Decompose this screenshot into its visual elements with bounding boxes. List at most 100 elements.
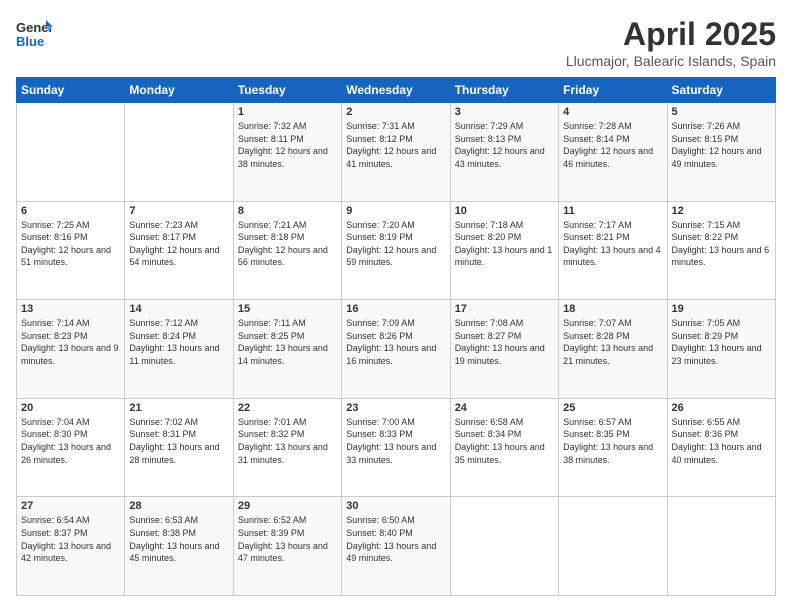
calendar-cell: 27 Sunrise: 6:54 AM Sunset: 8:37 PM Dayl… — [17, 497, 125, 596]
calendar-header-row: SundayMondayTuesdayWednesdayThursdayFrid… — [17, 78, 776, 103]
day-number: 30 — [346, 500, 445, 512]
calendar-cell: 7 Sunrise: 7:23 AM Sunset: 8:17 PM Dayli… — [125, 201, 233, 300]
day-number: 20 — [21, 402, 120, 414]
calendar-cell: 4 Sunrise: 7:28 AM Sunset: 8:14 PM Dayli… — [559, 103, 667, 202]
calendar-cell: 26 Sunrise: 6:55 AM Sunset: 8:36 PM Dayl… — [667, 398, 775, 497]
calendar-cell: 9 Sunrise: 7:20 AM Sunset: 8:19 PM Dayli… — [342, 201, 450, 300]
calendar-cell — [450, 497, 558, 596]
calendar-cell: 23 Sunrise: 7:00 AM Sunset: 8:33 PM Dayl… — [342, 398, 450, 497]
calendar-week-5: 27 Sunrise: 6:54 AM Sunset: 8:37 PM Dayl… — [17, 497, 776, 596]
day-info: Sunrise: 7:02 AM Sunset: 8:31 PM Dayligh… — [129, 416, 228, 466]
calendar-cell: 16 Sunrise: 7:09 AM Sunset: 8:26 PM Dayl… — [342, 300, 450, 399]
day-info: Sunrise: 7:20 AM Sunset: 8:19 PM Dayligh… — [346, 219, 445, 269]
day-info: Sunrise: 7:21 AM Sunset: 8:18 PM Dayligh… — [238, 219, 337, 269]
day-number: 19 — [672, 303, 771, 315]
day-info: Sunrise: 7:11 AM Sunset: 8:25 PM Dayligh… — [238, 317, 337, 367]
day-info: Sunrise: 7:18 AM Sunset: 8:20 PM Dayligh… — [455, 219, 554, 269]
calendar-week-1: 1 Sunrise: 7:32 AM Sunset: 8:11 PM Dayli… — [17, 103, 776, 202]
day-number: 11 — [563, 205, 662, 217]
calendar-cell: 20 Sunrise: 7:04 AM Sunset: 8:30 PM Dayl… — [17, 398, 125, 497]
day-info: Sunrise: 6:58 AM Sunset: 8:34 PM Dayligh… — [455, 416, 554, 466]
calendar-weekday-saturday: Saturday — [667, 78, 775, 103]
calendar-body: 1 Sunrise: 7:32 AM Sunset: 8:11 PM Dayli… — [17, 103, 776, 596]
page: General Blue April 2025 Llucmajor, Balea… — [0, 0, 792, 612]
calendar-cell: 15 Sunrise: 7:11 AM Sunset: 8:25 PM Dayl… — [233, 300, 341, 399]
day-info: Sunrise: 7:26 AM Sunset: 8:15 PM Dayligh… — [672, 120, 771, 170]
day-number: 29 — [238, 500, 337, 512]
calendar-week-2: 6 Sunrise: 7:25 AM Sunset: 8:16 PM Dayli… — [17, 201, 776, 300]
day-info: Sunrise: 7:07 AM Sunset: 8:28 PM Dayligh… — [563, 317, 662, 367]
day-number: 17 — [455, 303, 554, 315]
calendar-cell: 28 Sunrise: 6:53 AM Sunset: 8:38 PM Dayl… — [125, 497, 233, 596]
calendar-week-3: 13 Sunrise: 7:14 AM Sunset: 8:23 PM Dayl… — [17, 300, 776, 399]
calendar-cell: 11 Sunrise: 7:17 AM Sunset: 8:21 PM Dayl… — [559, 201, 667, 300]
day-info: Sunrise: 6:55 AM Sunset: 8:36 PM Dayligh… — [672, 416, 771, 466]
calendar-weekday-monday: Monday — [125, 78, 233, 103]
day-number: 14 — [129, 303, 228, 315]
day-number: 22 — [238, 402, 337, 414]
calendar-cell: 13 Sunrise: 7:14 AM Sunset: 8:23 PM Dayl… — [17, 300, 125, 399]
day-info: Sunrise: 7:23 AM Sunset: 8:17 PM Dayligh… — [129, 219, 228, 269]
calendar-cell — [667, 497, 775, 596]
day-number: 24 — [455, 402, 554, 414]
calendar-week-4: 20 Sunrise: 7:04 AM Sunset: 8:30 PM Dayl… — [17, 398, 776, 497]
day-info: Sunrise: 7:31 AM Sunset: 8:12 PM Dayligh… — [346, 120, 445, 170]
calendar-cell: 17 Sunrise: 7:08 AM Sunset: 8:27 PM Dayl… — [450, 300, 558, 399]
calendar-cell: 6 Sunrise: 7:25 AM Sunset: 8:16 PM Dayli… — [17, 201, 125, 300]
day-number: 10 — [455, 205, 554, 217]
day-number: 5 — [672, 106, 771, 118]
svg-text:Blue: Blue — [16, 34, 44, 49]
day-info: Sunrise: 6:54 AM Sunset: 8:37 PM Dayligh… — [21, 514, 120, 564]
calendar-weekday-wednesday: Wednesday — [342, 78, 450, 103]
day-info: Sunrise: 7:14 AM Sunset: 8:23 PM Dayligh… — [21, 317, 120, 367]
calendar-cell: 25 Sunrise: 6:57 AM Sunset: 8:35 PM Dayl… — [559, 398, 667, 497]
day-info: Sunrise: 7:15 AM Sunset: 8:22 PM Dayligh… — [672, 219, 771, 269]
calendar-cell: 2 Sunrise: 7:31 AM Sunset: 8:12 PM Dayli… — [342, 103, 450, 202]
main-title: April 2025 — [566, 16, 776, 53]
subtitle: Llucmajor, Balearic Islands, Spain — [566, 53, 776, 69]
day-info: Sunrise: 7:00 AM Sunset: 8:33 PM Dayligh… — [346, 416, 445, 466]
day-info: Sunrise: 6:50 AM Sunset: 8:40 PM Dayligh… — [346, 514, 445, 564]
calendar-cell — [559, 497, 667, 596]
day-info: Sunrise: 7:29 AM Sunset: 8:13 PM Dayligh… — [455, 120, 554, 170]
day-number: 26 — [672, 402, 771, 414]
day-number: 15 — [238, 303, 337, 315]
day-number: 21 — [129, 402, 228, 414]
day-number: 9 — [346, 205, 445, 217]
calendar-weekday-friday: Friday — [559, 78, 667, 103]
calendar-cell: 5 Sunrise: 7:26 AM Sunset: 8:15 PM Dayli… — [667, 103, 775, 202]
header: General Blue April 2025 Llucmajor, Balea… — [16, 16, 776, 69]
day-number: 18 — [563, 303, 662, 315]
calendar-cell — [17, 103, 125, 202]
day-info: Sunrise: 7:28 AM Sunset: 8:14 PM Dayligh… — [563, 120, 662, 170]
day-info: Sunrise: 7:08 AM Sunset: 8:27 PM Dayligh… — [455, 317, 554, 367]
day-number: 4 — [563, 106, 662, 118]
calendar-cell: 14 Sunrise: 7:12 AM Sunset: 8:24 PM Dayl… — [125, 300, 233, 399]
calendar-cell: 19 Sunrise: 7:05 AM Sunset: 8:29 PM Dayl… — [667, 300, 775, 399]
day-info: Sunrise: 6:52 AM Sunset: 8:39 PM Dayligh… — [238, 514, 337, 564]
day-info: Sunrise: 7:09 AM Sunset: 8:26 PM Dayligh… — [346, 317, 445, 367]
calendar-cell: 8 Sunrise: 7:21 AM Sunset: 8:18 PM Dayli… — [233, 201, 341, 300]
calendar-cell: 22 Sunrise: 7:01 AM Sunset: 8:32 PM Dayl… — [233, 398, 341, 497]
day-number: 23 — [346, 402, 445, 414]
calendar-cell: 10 Sunrise: 7:18 AM Sunset: 8:20 PM Dayl… — [450, 201, 558, 300]
day-number: 12 — [672, 205, 771, 217]
calendar-cell: 12 Sunrise: 7:15 AM Sunset: 8:22 PM Dayl… — [667, 201, 775, 300]
day-info: Sunrise: 6:57 AM Sunset: 8:35 PM Dayligh… — [563, 416, 662, 466]
day-number: 1 — [238, 106, 337, 118]
logo-icon: General Blue — [16, 16, 52, 52]
day-info: Sunrise: 7:04 AM Sunset: 8:30 PM Dayligh… — [21, 416, 120, 466]
day-info: Sunrise: 6:53 AM Sunset: 8:38 PM Dayligh… — [129, 514, 228, 564]
day-number: 7 — [129, 205, 228, 217]
calendar-cell: 18 Sunrise: 7:07 AM Sunset: 8:28 PM Dayl… — [559, 300, 667, 399]
calendar-cell — [125, 103, 233, 202]
day-number: 2 — [346, 106, 445, 118]
day-number: 8 — [238, 205, 337, 217]
day-info: Sunrise: 7:12 AM Sunset: 8:24 PM Dayligh… — [129, 317, 228, 367]
day-info: Sunrise: 7:01 AM Sunset: 8:32 PM Dayligh… — [238, 416, 337, 466]
logo: General Blue — [16, 16, 52, 57]
day-number: 3 — [455, 106, 554, 118]
calendar-cell: 3 Sunrise: 7:29 AM Sunset: 8:13 PM Dayli… — [450, 103, 558, 202]
day-number: 27 — [21, 500, 120, 512]
day-number: 25 — [563, 402, 662, 414]
